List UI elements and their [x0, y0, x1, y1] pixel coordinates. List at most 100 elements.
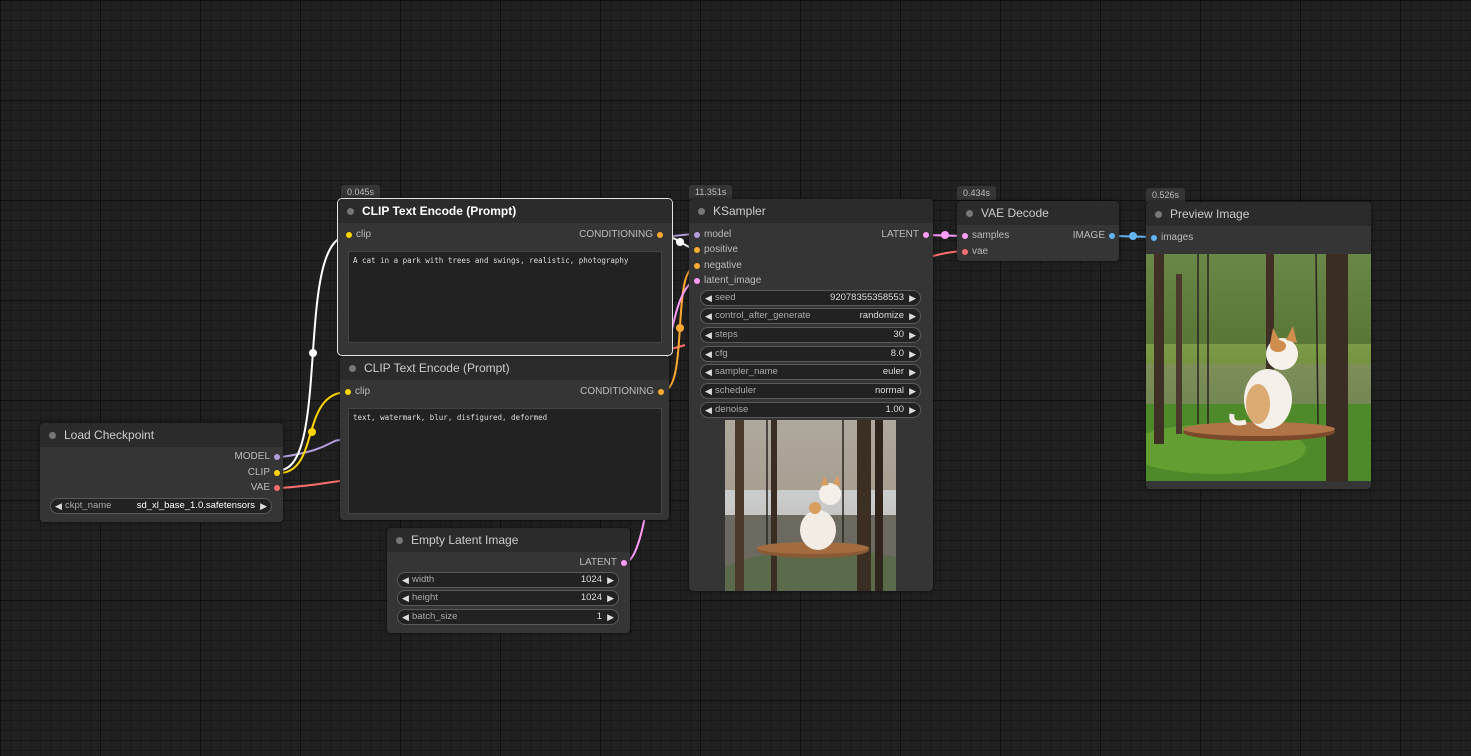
- arrow-right-icon[interactable]: ▶: [909, 384, 916, 398]
- node-clip-text-encode-positive[interactable]: CLIP Text Encode (Prompt) clip CONDITION…: [337, 198, 673, 356]
- node-title: KSampler: [713, 204, 766, 218]
- preview-output-image: [1146, 254, 1371, 481]
- widget-value: 1: [596, 611, 602, 622]
- arrow-right-icon[interactable]: ▶: [909, 309, 916, 323]
- prompt-textarea[interactable]: text, watermark, blur, disfigured, defor…: [348, 408, 662, 514]
- steps-widget[interactable]: ◀ steps 30 ▶: [700, 327, 921, 343]
- node-title: Empty Latent Image: [411, 533, 519, 547]
- arrow-right-icon[interactable]: ▶: [260, 499, 267, 513]
- widget-label: denoise: [715, 404, 749, 415]
- prompt-textarea[interactable]: A cat in a park with trees and swings, r…: [348, 251, 662, 343]
- widget-label: seed: [715, 292, 736, 303]
- collapse-dot-icon[interactable]: [1155, 211, 1162, 218]
- width-number-widget[interactable]: ◀ width 1024 ▶: [397, 572, 619, 588]
- seed-widget[interactable]: ◀ seed 92078355358553 ▶: [700, 290, 921, 306]
- execution-time-badge: 11.351s: [689, 185, 733, 199]
- node-title-bar[interactable]: KSampler: [689, 199, 933, 223]
- arrow-right-icon[interactable]: ▶: [607, 610, 614, 624]
- node-title-bar[interactable]: VAE Decode: [957, 201, 1119, 225]
- node-vae-decode[interactable]: VAE Decode samples vae IMAGE: [957, 201, 1119, 261]
- slot-label: IMAGE: [1072, 230, 1105, 241]
- cfg-widget[interactable]: ◀ cfg 8.0 ▶: [700, 346, 921, 362]
- control-after-generate-widget[interactable]: ◀ control_after_generate randomize ▶: [700, 308, 921, 324]
- slot-label: model: [704, 229, 732, 240]
- slot-label: CONDITIONING: [579, 229, 653, 240]
- slot-label: images: [1161, 232, 1194, 243]
- node-title-bar[interactable]: CLIP Text Encode (Prompt): [340, 356, 669, 380]
- widget-value: sd_xl_base_1.0.safetensors: [136, 500, 255, 511]
- arrow-right-icon[interactable]: ▶: [607, 591, 614, 605]
- slot-label: vae: [972, 246, 989, 257]
- slot-label: samples: [972, 230, 1010, 241]
- arrow-left-icon[interactable]: ◀: [705, 328, 712, 342]
- widget-value: 1024: [580, 574, 602, 585]
- collapse-dot-icon[interactable]: [698, 208, 705, 215]
- scheduler-widget[interactable]: ◀ scheduler normal ▶: [700, 383, 921, 399]
- arrow-left-icon[interactable]: ◀: [705, 403, 712, 417]
- slot-label: clip: [355, 386, 371, 397]
- arrow-left-icon[interactable]: ◀: [705, 347, 712, 361]
- slot-label: LATENT: [579, 557, 617, 568]
- widget-value: normal: [874, 385, 904, 396]
- node-title: VAE Decode: [981, 206, 1049, 220]
- node-title-bar[interactable]: CLIP Text Encode (Prompt): [338, 199, 672, 223]
- arrow-left-icon[interactable]: ◀: [402, 573, 409, 587]
- node-load-checkpoint[interactable]: Load Checkpoint MODEL CLIP VAE ◀ ckpt_na…: [40, 423, 283, 522]
- sampler-name-widget[interactable]: ◀ sampler_name euler ▶: [700, 364, 921, 380]
- widget-label: control_after_generate: [715, 310, 811, 321]
- widget-value: 8.0: [890, 348, 904, 359]
- arrow-left-icon[interactable]: ◀: [705, 309, 712, 323]
- arrow-left-icon[interactable]: ◀: [55, 499, 62, 513]
- node-title-bar[interactable]: Preview Image: [1146, 202, 1371, 226]
- denoise-widget[interactable]: ◀ denoise 1.00 ▶: [700, 402, 921, 418]
- slot-label: positive: [704, 244, 738, 255]
- widget-label: steps: [715, 329, 738, 340]
- widget-label: height: [412, 592, 438, 603]
- widget-value: 1024: [580, 592, 602, 603]
- arrow-right-icon[interactable]: ▶: [909, 291, 916, 305]
- ckpt-name-combo[interactable]: ◀ ckpt_name sd_xl_base_1.0.safetensors ▶: [50, 498, 272, 514]
- node-clip-text-encode-negative[interactable]: CLIP Text Encode (Prompt) clip CONDITION…: [340, 356, 669, 520]
- collapse-dot-icon[interactable]: [349, 365, 356, 372]
- collapse-dot-icon[interactable]: [49, 432, 56, 439]
- node-title: Preview Image: [1170, 207, 1250, 221]
- widget-value: 30: [893, 329, 904, 340]
- collapse-dot-icon[interactable]: [396, 537, 403, 544]
- widget-value: 92078355358553: [830, 292, 904, 303]
- widget-label: ckpt_name: [65, 500, 112, 511]
- arrow-left-icon[interactable]: ◀: [705, 291, 712, 305]
- node-preview-image[interactable]: Preview Image images: [1146, 202, 1371, 489]
- execution-time-badge: 0.045s: [341, 185, 381, 199]
- arrow-left-icon[interactable]: ◀: [402, 591, 409, 605]
- slot-label: clip: [356, 229, 372, 240]
- arrow-left-icon[interactable]: ◀: [402, 610, 409, 624]
- node-title-bar[interactable]: Load Checkpoint: [40, 423, 283, 447]
- arrow-right-icon[interactable]: ▶: [909, 347, 916, 361]
- height-number-widget[interactable]: ◀ height 1024 ▶: [397, 590, 619, 606]
- widget-label: width: [412, 574, 435, 585]
- node-empty-latent-image[interactable]: Empty Latent Image LATENT ◀ width 1024 ▶…: [387, 528, 630, 633]
- widget-value: randomize: [859, 310, 904, 321]
- widget-value: euler: [882, 366, 904, 377]
- widget-value: 1.00: [885, 404, 905, 415]
- slot-label: latent_image: [704, 275, 762, 286]
- arrow-left-icon[interactable]: ◀: [705, 365, 712, 379]
- collapse-dot-icon[interactable]: [347, 208, 354, 215]
- arrow-right-icon[interactable]: ▶: [909, 403, 916, 417]
- slot-label: VAE: [250, 482, 270, 493]
- arrow-right-icon[interactable]: ▶: [607, 573, 614, 587]
- arrow-right-icon[interactable]: ▶: [909, 365, 916, 379]
- execution-time-badge: 0.526s: [1146, 188, 1186, 202]
- widget-label: scheduler: [715, 385, 757, 396]
- node-title: CLIP Text Encode (Prompt): [364, 361, 510, 375]
- node-title-bar[interactable]: Empty Latent Image: [387, 528, 630, 552]
- node-title: Load Checkpoint: [64, 428, 155, 442]
- node-ksampler[interactable]: KSampler model positive negative latent_…: [689, 199, 933, 591]
- collapse-dot-icon[interactable]: [966, 210, 973, 217]
- slot-label: LATENT: [881, 229, 919, 240]
- link-vae: [280, 480, 341, 489]
- batch-size-number-widget[interactable]: ◀ batch_size 1 ▶: [397, 609, 619, 625]
- arrow-right-icon[interactable]: ▶: [909, 328, 916, 342]
- slot-label: CONDITIONING: [580, 386, 654, 397]
- arrow-left-icon[interactable]: ◀: [705, 384, 712, 398]
